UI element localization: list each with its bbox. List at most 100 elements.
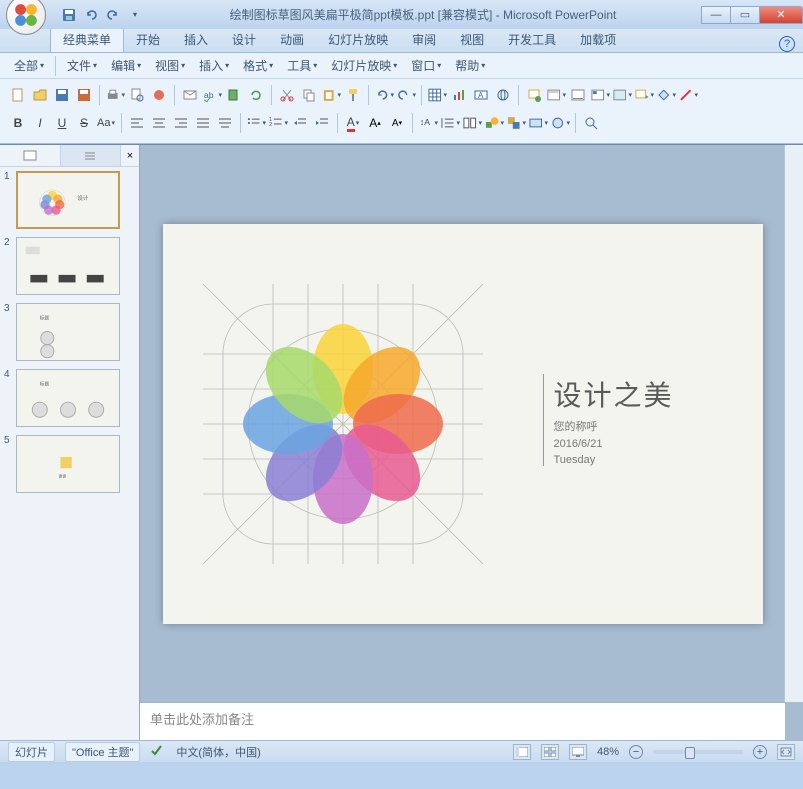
increase-font-icon[interactable]: A▴ bbox=[365, 113, 385, 133]
minimize-button[interactable]: — bbox=[701, 6, 731, 24]
arrange-icon[interactable]: ▾ bbox=[506, 113, 526, 133]
status-language[interactable]: 中文(简体，中国) bbox=[176, 744, 260, 760]
redo-tool-icon[interactable]: ▾ bbox=[396, 85, 416, 105]
numbering-icon[interactable]: 12▾ bbox=[268, 113, 288, 133]
slides-tab[interactable] bbox=[0, 145, 61, 166]
next-slide-icon[interactable]: ⇟ bbox=[787, 666, 801, 680]
zoom-slider[interactable] bbox=[653, 750, 743, 754]
strikethrough-icon[interactable]: S bbox=[74, 113, 94, 133]
textbox-icon[interactable]: A bbox=[471, 85, 491, 105]
slideshow-view-icon[interactable] bbox=[569, 744, 587, 760]
ribbon-tab-design[interactable]: 设计 bbox=[220, 27, 268, 52]
menu-slideshow[interactable]: 幻灯片放映▾ bbox=[325, 55, 403, 76]
undo-icon[interactable] bbox=[82, 6, 100, 24]
bold-icon[interactable]: B bbox=[8, 113, 28, 133]
print-icon[interactable]: ▾ bbox=[105, 85, 125, 105]
panel-close-icon[interactable]: × bbox=[121, 145, 139, 166]
permission-icon[interactable] bbox=[149, 85, 169, 105]
sorter-view-icon[interactable] bbox=[541, 744, 559, 760]
slide-thumbnail-2[interactable] bbox=[16, 237, 120, 295]
header-footer-icon[interactable] bbox=[568, 85, 588, 105]
slide-thumbnail-4[interactable]: 标题 bbox=[16, 369, 120, 427]
menu-format[interactable]: 格式▾ bbox=[237, 55, 279, 76]
distribute-icon[interactable] bbox=[215, 113, 235, 133]
increase-indent-icon[interactable] bbox=[312, 113, 332, 133]
outline-tab[interactable] bbox=[61, 145, 122, 166]
maximize-button[interactable]: ▭ bbox=[730, 6, 760, 24]
line-spacing-icon[interactable]: ▾ bbox=[440, 113, 460, 133]
decrease-indent-icon[interactable] bbox=[290, 113, 310, 133]
find-icon[interactable] bbox=[581, 113, 601, 133]
ribbon-tab-review[interactable]: 审阅 bbox=[400, 27, 448, 52]
slide-text-block[interactable]: 设计之美 您的称呼 2016/6/21 Tuesday bbox=[543, 374, 674, 466]
italic-icon[interactable]: I bbox=[30, 113, 50, 133]
fill-icon[interactable]: ▾ bbox=[656, 85, 676, 105]
font-color-icon[interactable]: A▾ bbox=[343, 113, 363, 133]
menu-edit[interactable]: 编辑▾ bbox=[105, 55, 147, 76]
ribbon-tab-slideshow[interactable]: 幻灯片放映 bbox=[316, 27, 400, 52]
status-theme[interactable]: "Office 主题" bbox=[65, 742, 140, 762]
scroll-down-icon[interactable]: ▾ bbox=[787, 634, 801, 648]
slide-thumbnail-5[interactable]: 谢谢 bbox=[16, 435, 120, 493]
background-icon[interactable]: ▾ bbox=[612, 85, 632, 105]
prev-slide-icon[interactable]: ⇞ bbox=[787, 650, 801, 664]
menu-tools[interactable]: 工具▾ bbox=[281, 55, 323, 76]
scroll-up-icon[interactable]: ▴ bbox=[787, 147, 801, 161]
help-icon[interactable]: ? bbox=[779, 36, 795, 52]
redo-icon[interactable] bbox=[104, 6, 122, 24]
slide[interactable]: 设计之美 您的称呼 2016/6/21 Tuesday bbox=[163, 224, 763, 624]
menu-file[interactable]: 文件▾ bbox=[61, 55, 103, 76]
shape-effects-icon[interactable]: ▾ bbox=[550, 113, 570, 133]
format-painter-icon[interactable] bbox=[343, 85, 363, 105]
decrease-font-icon[interactable]: A▾ bbox=[387, 113, 407, 133]
copy-icon[interactable] bbox=[299, 85, 319, 105]
menu-window[interactable]: 窗口▾ bbox=[405, 55, 447, 76]
ribbon-tab-insert[interactable]: 插入 bbox=[172, 27, 220, 52]
refresh-icon[interactable] bbox=[246, 85, 266, 105]
bullets-icon[interactable]: ▾ bbox=[246, 113, 266, 133]
layout-icon[interactable]: ▾ bbox=[546, 85, 566, 105]
ribbon-tab-classic[interactable]: 经典菜单 bbox=[50, 26, 124, 52]
quick-styles-icon[interactable]: ▾ bbox=[528, 113, 548, 133]
research-icon[interactable] bbox=[224, 85, 244, 105]
shapes-icon[interactable]: ▾ bbox=[484, 113, 504, 133]
change-case-icon[interactable]: Aa▾ bbox=[96, 113, 116, 133]
spellcheck-status-icon[interactable] bbox=[150, 743, 166, 760]
underline-icon[interactable]: U bbox=[52, 113, 72, 133]
menu-insert[interactable]: 插入▾ bbox=[193, 55, 235, 76]
ribbon-tab-developer[interactable]: 开发工具 bbox=[496, 27, 568, 52]
columns-icon[interactable]: ▾ bbox=[462, 113, 482, 133]
slide-canvas[interactable]: 设计之美 您的称呼 2016/6/21 Tuesday ▴ ▾ ⇞ ⇟ bbox=[140, 145, 803, 702]
new-icon[interactable] bbox=[8, 85, 28, 105]
text-direction-icon[interactable]: ↕A▾ bbox=[418, 113, 438, 133]
spell-icon[interactable]: ab▾ bbox=[202, 85, 222, 105]
align-left-icon[interactable] bbox=[127, 113, 147, 133]
slide-thumbnail-3[interactable]: 标题 bbox=[16, 303, 120, 361]
ribbon-tab-view[interactable]: 视图 bbox=[448, 27, 496, 52]
chart-icon[interactable] bbox=[449, 85, 469, 105]
status-view-label[interactable]: 幻灯片 bbox=[8, 742, 55, 762]
menu-all[interactable]: 全部▾ bbox=[8, 55, 50, 76]
line-color-icon[interactable]: ▾ bbox=[678, 85, 698, 105]
ribbon-tab-home[interactable]: 开始 bbox=[124, 27, 172, 52]
save-icon[interactable] bbox=[60, 6, 78, 24]
justify-icon[interactable] bbox=[193, 113, 213, 133]
ribbon-tab-animation[interactable]: 动画 bbox=[268, 27, 316, 52]
close-button[interactable]: ✕ bbox=[759, 6, 803, 24]
fit-window-icon[interactable] bbox=[777, 744, 795, 760]
design-icon[interactable]: ▾ bbox=[590, 85, 610, 105]
normal-view-icon[interactable] bbox=[513, 744, 531, 760]
print-preview-icon[interactable] bbox=[127, 85, 147, 105]
hyperlink-icon[interactable] bbox=[493, 85, 513, 105]
zoom-level[interactable]: 48% bbox=[597, 746, 619, 758]
zoom-in-icon[interactable]: + bbox=[753, 745, 767, 759]
save-icon[interactable] bbox=[52, 85, 72, 105]
insert-table-icon[interactable]: ▾ bbox=[427, 85, 447, 105]
ribbon-tab-addins[interactable]: 加载项 bbox=[568, 27, 628, 52]
paste-icon[interactable]: ▾ bbox=[321, 85, 341, 105]
align-center-icon[interactable] bbox=[149, 113, 169, 133]
slideshow-from-beginning-icon[interactable]: ▾ bbox=[634, 85, 654, 105]
notes-pane[interactable]: 单击此处添加备注 bbox=[140, 702, 785, 740]
menu-view[interactable]: 视图▾ bbox=[149, 55, 191, 76]
new-slide-icon[interactable] bbox=[524, 85, 544, 105]
